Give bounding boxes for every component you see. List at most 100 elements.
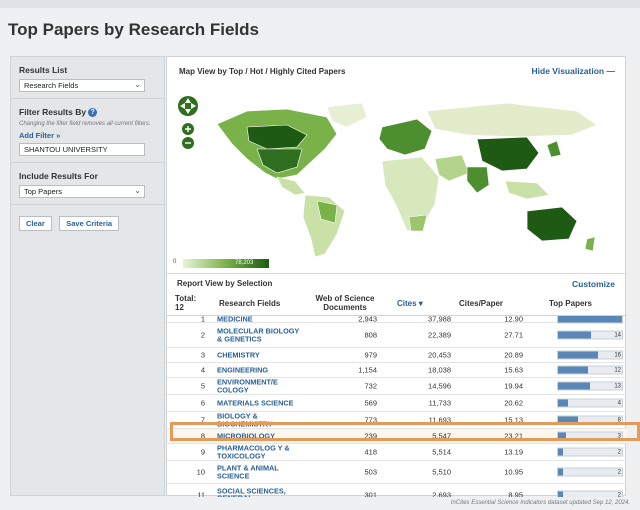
col-research-fields[interactable]: Research Fields — [219, 299, 280, 308]
col-wos-line1: Web of Science — [315, 294, 375, 303]
rank-cell: 6 — [200, 398, 205, 408]
map-zoom-controls — [178, 96, 198, 149]
cites-per-paper-cell: 12.90 — [504, 316, 523, 323]
cites-per-paper-cell: 20.62 — [504, 398, 523, 408]
top-strip — [0, 0, 640, 8]
filter-hint: Changing the filter field removes all cu… — [19, 121, 151, 128]
cites-cell: 18,038 — [428, 365, 451, 375]
legend-max: 78,203 — [235, 260, 254, 266]
col-cites[interactable]: Cites ▾ — [397, 299, 423, 308]
top-papers-bar[interactable] — [557, 316, 623, 323]
include-select[interactable]: Top Papers ⌄ — [19, 185, 145, 199]
top-papers-bar-fill — [558, 351, 598, 359]
col-wos-line2: Documents — [323, 303, 367, 312]
wos-documents-cell: 418 — [364, 447, 377, 457]
map-legend: 0 78,203 — [173, 259, 269, 268]
cites-cell: 2,693 — [432, 490, 451, 497]
field-link[interactable]: PHARMACOLOG Y & TOXICOLOGY — [217, 444, 303, 460]
chevron-down-icon: ⌄ — [134, 186, 141, 196]
save-criteria-button[interactable]: Save Criteria — [59, 216, 120, 232]
wos-documents-cell: 1,154 — [358, 365, 377, 375]
help-icon[interactable]: ? — [88, 108, 98, 118]
top-papers-bar[interactable]: 2 — [557, 467, 623, 477]
table-row[interactable]: 5 ENVIRONMENT/E COLOGY 732 14,596 19.94 13 — [167, 378, 627, 395]
top-papers-bar[interactable]: 14 — [557, 330, 623, 340]
table-row[interactable]: 11 SOCIAL SCIENCES, GENERAL 301 2,693 8.95 2 — [167, 484, 627, 497]
top-papers-count: 16 — [614, 352, 621, 359]
field-link[interactable]: CHEMISTRY — [217, 351, 303, 359]
world-map[interactable] — [177, 89, 617, 259]
table-row[interactable]: 10 PLANT & ANIMAL SCIENCE 503 5,510 10.95 2 — [167, 461, 627, 484]
add-filter-link[interactable]: Add Filter » — [19, 131, 156, 140]
col-wos-documents[interactable]: Web of Science Documents — [305, 294, 385, 312]
results-list-select[interactable]: Research Fields ⌄ — [19, 79, 145, 92]
results-list-value: Research Fields — [24, 81, 79, 90]
top-papers-bar-fill — [558, 331, 592, 339]
hide-visualization-link[interactable]: Hide Visualization — — [532, 66, 615, 76]
top-papers-bar-fill — [558, 491, 564, 497]
clear-button[interactable]: Clear — [19, 216, 52, 232]
table-row[interactable]: 9 PHARMACOLOG Y & TOXICOLOGY 418 5,514 13.19… — [167, 444, 627, 461]
divider — [167, 273, 627, 274]
field-link[interactable]: PLANT & ANIMAL SCIENCE — [217, 464, 303, 480]
rank-cell: 10 — [196, 467, 205, 477]
cites-cell: 5,510 — [432, 467, 451, 477]
filter-value-field[interactable]: SHANTOU UNIVERSITY — [19, 143, 145, 157]
top-papers-bar[interactable]: 4 — [557, 398, 623, 408]
minus-icon: — — [606, 66, 616, 76]
field-link[interactable]: SOCIAL SCIENCES, GENERAL — [217, 487, 303, 497]
wos-documents-cell: 808 — [364, 330, 377, 340]
customize-link[interactable]: Customize — [572, 279, 615, 289]
rank-cell: 4 — [200, 365, 205, 375]
top-papers-count: 13 — [614, 383, 621, 390]
top-papers-count: 2 — [617, 449, 621, 456]
table-body: 1 MEDICINE 2,943 37,988 12.90 2 MOLECULAR BIOL… — [167, 316, 627, 497]
cites-cell: 11,733 — [428, 398, 451, 408]
top-papers-count: 4 — [617, 400, 621, 407]
field-link[interactable]: ENGINEERING — [217, 366, 303, 374]
field-link[interactable]: MOLECULAR BIOLOGY & GENETICS — [217, 327, 303, 343]
field-link[interactable]: MATERIALS SCIENCE — [217, 399, 303, 407]
field-link[interactable]: MEDICINE — [217, 316, 303, 322]
cites-cell: 5,514 — [432, 447, 451, 457]
col-top-papers[interactable]: Top Papers — [549, 299, 592, 308]
cites-per-paper-cell: 19.94 — [504, 381, 523, 391]
top-papers-bar-fill — [558, 316, 622, 322]
top-papers-bar-fill — [558, 382, 590, 390]
top-papers-bar[interactable]: 12 — [557, 365, 623, 375]
wos-documents-cell: 301 — [364, 490, 377, 497]
cites-per-paper-cell: 8.95 — [508, 490, 523, 497]
page-title: Top Papers by Research Fields — [8, 20, 259, 39]
results-list-section: Results List Research Fields ⌄ — [11, 57, 164, 99]
table-row[interactable]: 3 CHEMISTRY 979 20,453 20.89 16 — [167, 348, 627, 363]
rank-cell: 5 — [200, 381, 205, 391]
hide-visualization-label: Hide Visualization — [531, 66, 605, 76]
cites-per-paper-cell: 10.95 — [504, 467, 523, 477]
col-cites-per-paper[interactable]: Cites/Paper — [459, 299, 503, 308]
cites-per-paper-cell: 15.63 — [504, 365, 523, 375]
cites-per-paper-cell: 13.19 — [504, 447, 523, 457]
top-papers-bar[interactable]: 13 — [557, 381, 623, 391]
top-papers-count: 12 — [614, 367, 621, 374]
cites-cell: 22,389 — [428, 330, 451, 340]
top-papers-count: 2 — [617, 492, 621, 497]
top-papers-bar-fill — [558, 468, 564, 476]
top-papers-bar-fill — [558, 366, 589, 374]
legend-gradient — [183, 259, 269, 268]
wos-documents-cell: 503 — [364, 467, 377, 477]
table-row[interactable]: 1 MEDICINE 2,943 37,988 12.90 — [167, 316, 627, 323]
filter-section: Filter Results By? Changing the filter f… — [11, 99, 164, 164]
top-papers-bar[interactable]: 2 — [557, 447, 623, 457]
table-row[interactable]: 6 MATERIALS SCIENCE 569 11,733 20.62 4 — [167, 395, 627, 412]
total-value: 12 — [175, 303, 184, 312]
table-header: Total: 12 Research Fields Web of Science… — [167, 292, 627, 316]
cites-cell: 37,988 — [428, 316, 451, 323]
table-row[interactable]: 4 ENGINEERING 1,154 18,038 15.63 12 — [167, 363, 627, 378]
table-row[interactable]: 2 MOLECULAR BIOLOGY & GENETICS 808 22,389 27… — [167, 323, 627, 348]
results-list-label: Results List — [19, 65, 68, 75]
top-papers-bar[interactable]: 16 — [557, 350, 623, 360]
field-link[interactable]: ENVIRONMENT/E COLOGY — [217, 378, 303, 394]
top-papers-bar[interactable]: 2 — [557, 490, 623, 497]
wos-documents-cell: 732 — [364, 381, 377, 391]
legend-min: 0 — [173, 259, 177, 265]
